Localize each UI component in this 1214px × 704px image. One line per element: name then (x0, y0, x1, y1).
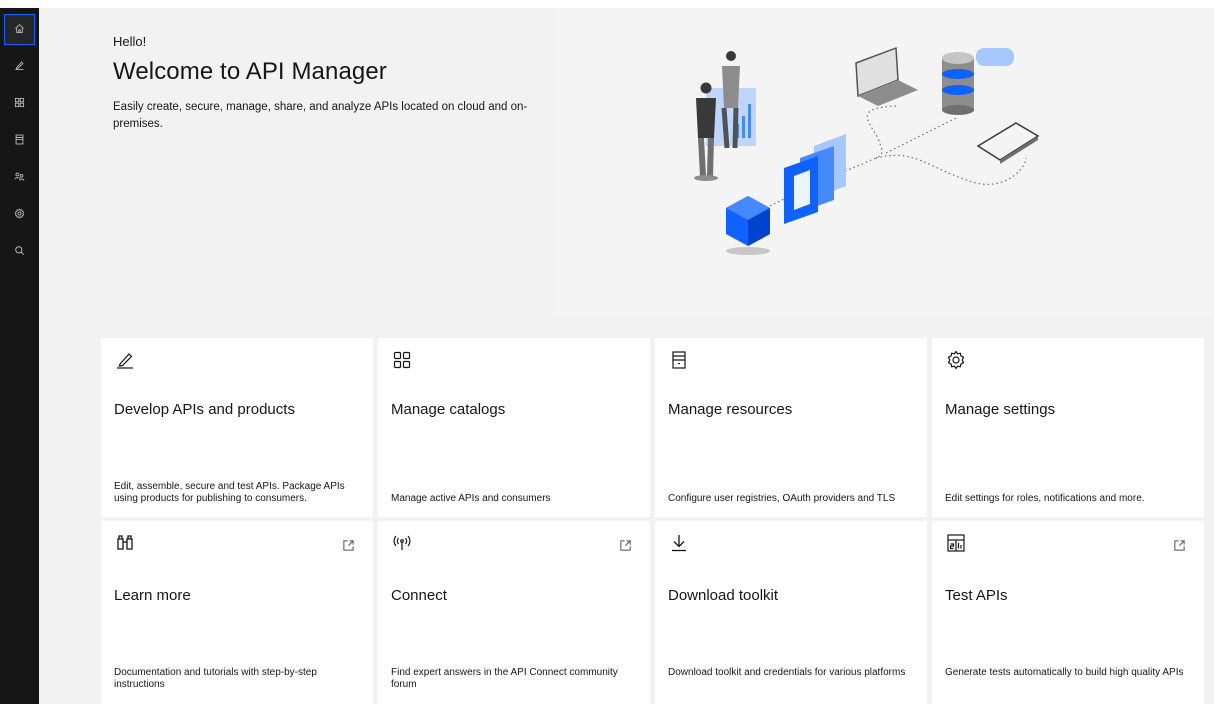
edit-icon (115, 350, 135, 370)
nav-develop[interactable] (4, 51, 35, 82)
page-title: Welcome to API Manager (113, 58, 387, 85)
side-nav-rail (0, 8, 39, 704)
people-graphic (694, 51, 756, 181)
tile-title: Test APIs (945, 587, 1008, 604)
users-icon (14, 169, 25, 187)
hero-section: Hello! Welcome to API Manager Easily cre… (113, 34, 533, 133)
home-icon (14, 21, 25, 39)
tile-connect[interactable]: Connect Find expert answers in the API C… (378, 521, 650, 704)
tile-description: Configure user registries, OAuth provide… (668, 493, 896, 504)
tile-title: Develop APIs and products (114, 401, 295, 418)
binoculars-icon (115, 533, 135, 553)
top-strip (0, 0, 1214, 8)
tile-title: Manage settings (945, 401, 1056, 418)
tile-description: Documentation and tutorials with step-by… (114, 667, 317, 690)
test-tool-icon (946, 533, 966, 553)
phone-graphic (976, 122, 1040, 164)
tile-title: Manage resources (668, 401, 793, 418)
antenna-icon (392, 533, 412, 553)
nav-settings[interactable] (4, 199, 35, 230)
laptop-graphic (855, 46, 918, 106)
tile-manage-resources[interactable]: Manage resources Configure user registri… (655, 338, 927, 517)
nav-users[interactable] (4, 162, 35, 193)
launch-icon[interactable] (1173, 539, 1186, 552)
tile-description: Download toolkit and credentials for var… (668, 667, 906, 678)
settings-icon (946, 350, 966, 370)
launch-icon[interactable] (619, 539, 632, 552)
tile-title: Connect (391, 587, 447, 604)
tile-description: Find expert answers in the API Connect c… (391, 667, 618, 690)
resources-icon (669, 350, 689, 370)
greeting: Hello! (113, 34, 147, 49)
tile-test-apis[interactable]: Test APIs Generate tests automatically t… (932, 521, 1204, 704)
tile-description: Edit settings for roles, notifications a… (945, 493, 1145, 504)
tile-title: Download toolkit (668, 587, 779, 604)
nav-catalogs[interactable] (4, 88, 35, 119)
search-icon (14, 243, 25, 261)
tile-learn-more[interactable]: Learn more Documentation and tutorials w… (101, 521, 373, 704)
tile-develop-apis[interactable]: Develop APIs and products Edit, assemble… (101, 338, 373, 517)
catalog-grid-icon (392, 350, 412, 370)
tile-description: Generate tests automatically to build hi… (945, 667, 1184, 678)
tile-description: Edit, assemble, secure and test APIs. Pa… (114, 481, 345, 504)
database-graphic (942, 48, 1014, 115)
tile-title: Learn more (114, 587, 191, 604)
download-icon (669, 533, 689, 553)
tile-manage-catalogs[interactable]: Manage catalogs Manage active APIs and c… (378, 338, 650, 517)
hero-description: Easily create, secure, manage, share, an… (113, 101, 528, 130)
tile-description: Manage active APIs and consumers (391, 493, 551, 504)
resources-icon (14, 132, 25, 150)
catalog-grid-icon (14, 95, 25, 113)
nav-home[interactable] (4, 14, 35, 45)
edit-icon (14, 58, 25, 76)
settings-icon (14, 206, 25, 224)
nav-search[interactable] (4, 236, 35, 267)
nav-resources[interactable] (4, 125, 35, 156)
cube-graphic (726, 196, 770, 255)
hero-illustration (556, 8, 1214, 318)
launch-icon[interactable] (342, 539, 355, 552)
tile-manage-settings[interactable]: Manage settings Edit settings for roles,… (932, 338, 1204, 517)
tile-title: Manage catalogs (391, 401, 506, 418)
tile-download-toolkit[interactable]: Download toolkit Download toolkit and cr… (655, 521, 927, 704)
